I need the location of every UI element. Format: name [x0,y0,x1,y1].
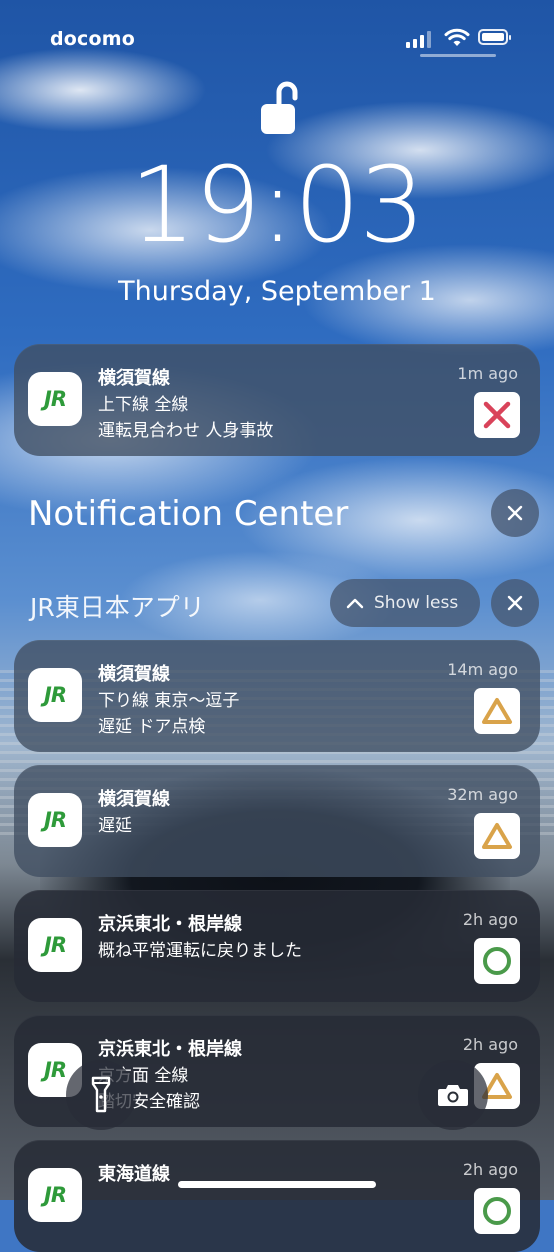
notification-time-ago: 2h ago [462,1160,518,1179]
notification-title: 横須賀線 [98,789,170,810]
notification-line1: 下り線 東京〜逗子 [98,691,240,711]
normal-circle-icon [474,938,520,984]
group-clear-button[interactable] [491,579,539,627]
delay-triangle-icon [474,813,520,859]
notification-time-ago: 14m ago [447,660,518,679]
carrier-name: docomo [50,28,136,50]
notification-line1: 遅延 [98,816,132,836]
normal-circle-icon [474,1188,520,1234]
status-bar: docomo [0,26,554,56]
app-group-title: JR東日本アプリ [30,593,205,622]
battery-icon [478,29,511,45]
notification-card[interactable]: JR 横須賀線 下り線 東京〜逗子 遅延 ドア点検 14m ago [14,640,540,752]
notification-title: 京浜東北・根岸線 [98,914,242,935]
notification-line2: 遅延 ドア点検 [98,717,206,737]
notification-card-pinned[interactable]: JR 横須賀線 上下線 全線 運転見合わせ 人身事故 1m ago [14,344,540,456]
unlocked-padlock-icon [261,81,298,134]
home-indicator[interactable] [178,1181,376,1188]
notification-center-title: Notification Center [28,494,349,534]
control-center-indicator[interactable] [420,54,496,57]
jr-app-icon: JR [28,793,82,847]
close-icon [507,595,523,611]
notification-title: 横須賀線 [98,368,170,389]
camera-button[interactable] [418,1060,488,1130]
notification-title: 京浜東北・根岸線 [98,1039,242,1060]
notification-time-ago: 2h ago [462,1035,518,1054]
flashlight-button[interactable] [66,1060,136,1130]
lock-screen-time: 19:03 [129,144,426,266]
notification-line2: 運転見合わせ 人身事故 [98,421,274,441]
notification-time-ago: 32m ago [447,785,518,804]
wifi-icon [444,28,470,46]
notification-line1: 概ね平常運転に戻りました [98,941,302,961]
suspended-cross-icon [474,392,520,438]
notification-time-ago: 2h ago [462,910,518,929]
jr-app-icon: JR [28,372,82,426]
camera-icon [438,1085,468,1106]
show-less-label: Show less [374,593,459,613]
notification-card[interactable]: JR 京浜東北・根岸線 概ね平常運転に戻りました 2h ago [14,890,540,1002]
jr-app-icon: JR [28,668,82,722]
notification-card[interactable]: JR 横須賀線 遅延 32m ago [14,765,540,877]
notification-title: 東海道線 [98,1164,170,1185]
cellular-signal-icon [406,30,432,48]
delay-triangle-icon [474,688,520,734]
notification-line1: 上下線 全線 [98,395,189,415]
chevron-up-icon [346,598,364,609]
jr-app-icon: JR [28,1168,82,1222]
close-icon [507,505,523,521]
lock-screen-date: Thursday, September 1 [118,276,436,307]
notification-time-ago: 1m ago [457,364,518,383]
clear-all-close-button[interactable] [491,489,539,537]
show-less-button[interactable]: Show less [330,579,480,627]
notification-card[interactable]: JR 東海道線 2h ago [14,1140,540,1252]
notification-title: 横須賀線 [98,664,170,685]
flashlight-icon [91,1076,111,1113]
jr-app-icon: JR [28,918,82,972]
